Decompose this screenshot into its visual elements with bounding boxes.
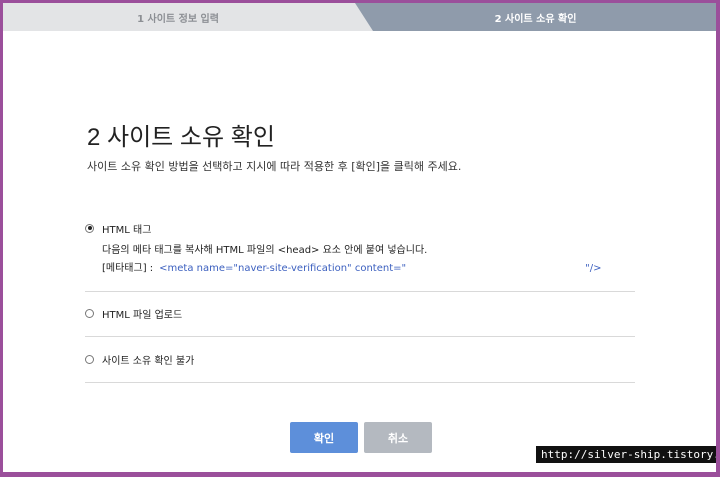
meta-tag-code[interactable]: <meta name="naver-site-verification" con…: [159, 260, 469, 278]
option-html-tag-label: HTML 태그: [102, 224, 152, 236]
confirm-button[interactable]: 확인: [290, 422, 358, 453]
page-title: 2 사이트 소유 확인: [87, 124, 275, 151]
page-description: 사이트 소유 확인 방법을 선택하고 지시에 따라 적용한 후 [확인]을 클릭…: [87, 160, 462, 173]
option-verify-unavailable-label: 사이트 소유 확인 불가: [102, 355, 195, 367]
dialog-frame: 1 사이트 정보 입력 2 사이트 소유 확인 2 사이트 소유 확인 사이트 …: [3, 3, 716, 472]
step-ownership-verify-label: 2 사이트 소유 확인: [494, 13, 577, 25]
radio-html-tag[interactable]: [85, 223, 94, 233]
meta-tag-code-end[interactable]: "/>: [585, 260, 601, 278]
meta-tag-row: [메타태그] : <meta name="naver-site-verifica…: [102, 260, 635, 278]
radio-html-file-upload[interactable]: [85, 308, 94, 318]
option-verify-unavailable[interactable]: 사이트 소유 확인 불가: [85, 351, 635, 383]
cancel-button[interactable]: 취소: [364, 422, 432, 453]
step-site-info-label: 1 사이트 정보 입력: [137, 13, 219, 25]
option-html-file-upload[interactable]: HTML 파일 업로드: [85, 305, 635, 337]
progress-steps: 1 사이트 정보 입력 2 사이트 소유 확인: [3, 3, 716, 31]
step-site-info: 1 사이트 정보 입력: [3, 3, 373, 31]
option-html-tag[interactable]: HTML 태그 다음의 메타 태그를 복사해 HTML 파일의 <head> 요…: [85, 220, 635, 292]
step-ownership-verify: 2 사이트 소유 확인: [355, 3, 716, 31]
option-html-tag-detail: 다음의 메타 태그를 복사해 HTML 파일의 <head> 요소 안에 붙여 …: [102, 245, 428, 256]
watermark-url: http://silver-ship.tistory.com: [536, 446, 716, 463]
option-html-file-upload-label: HTML 파일 업로드: [102, 309, 183, 321]
radio-verify-unavailable[interactable]: [85, 354, 94, 364]
meta-tag-label: [메타태그] :: [102, 263, 154, 274]
